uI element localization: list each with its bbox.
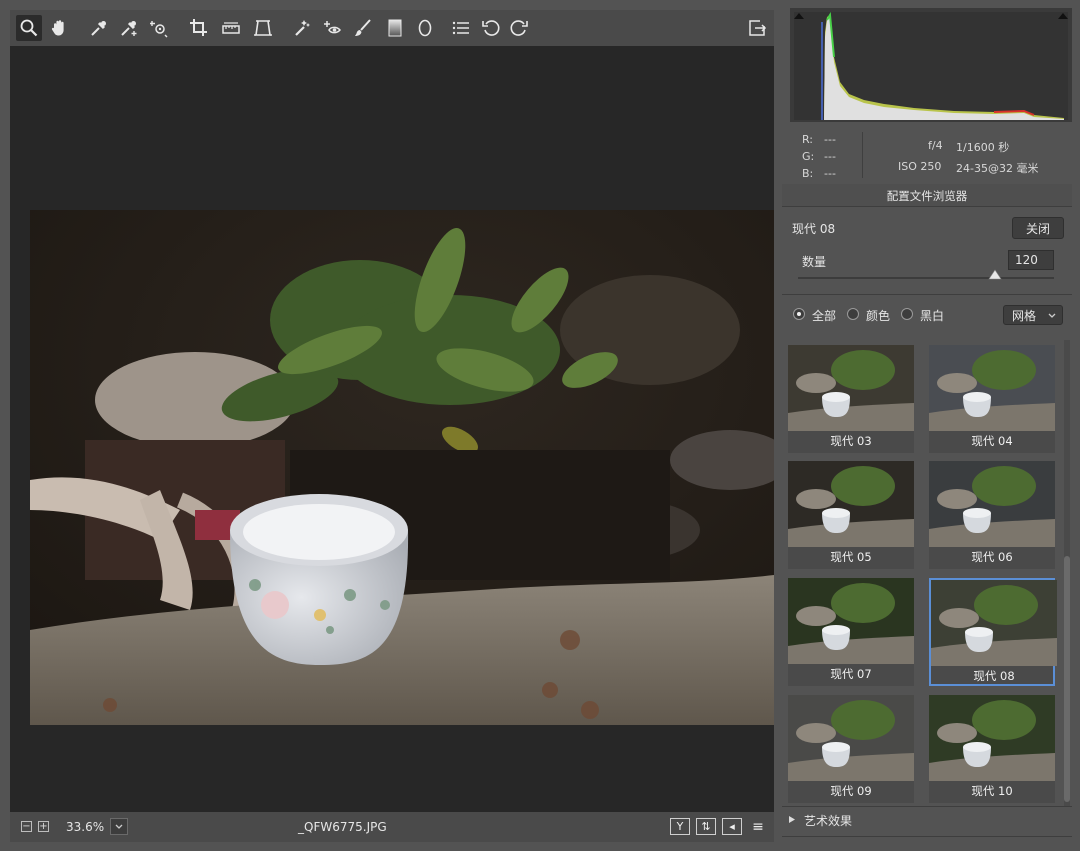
profile-thumbnail-label: 现代 09 (830, 784, 872, 798)
profile-thumbnail-label: 现代 08 (973, 669, 1015, 683)
profile-preview-image (931, 580, 1057, 666)
divider (782, 836, 1072, 837)
preferences-icon[interactable]: ≡ (748, 818, 768, 835)
graduated-filter-icon[interactable] (382, 15, 408, 41)
right-panel: R: --- G: --- B: --- f/4 1/1600 秒 ISO 25… (782, 0, 1080, 851)
profile-thumbnail[interactable]: 现代 09 (788, 695, 914, 803)
profile-preview-image (788, 578, 914, 664)
profile-thumbnail-label: 现代 05 (830, 550, 872, 564)
transform-icon[interactable] (250, 15, 276, 41)
profile-thumbnail-label: 现代 04 (971, 434, 1013, 448)
profile-preview-image (929, 345, 1055, 431)
open-in-photoshop-icon[interactable] (744, 15, 770, 41)
profile-preview-image (788, 695, 914, 781)
swap-settings-icon[interactable]: ⇅ (696, 818, 716, 835)
status-bar: − + 33.6% _QFW6775.JPG Y ⇅ ◂ ≡ (10, 812, 774, 842)
zoom-dropdown[interactable] (110, 818, 128, 835)
preview-photo[interactable] (30, 210, 774, 725)
profile-thumbnail-label: 现代 07 (830, 667, 872, 681)
chevron-down-icon (115, 824, 123, 829)
profile-grid: 现代 03 现代 04 现代 05 现代 06 现代 07 现代 08 现代 09 现代 10 (782, 0, 1072, 851)
rotate-right-icon[interactable] (506, 15, 532, 41)
profile-thumbnail[interactable]: 现代 08 (929, 578, 1057, 686)
profile-preview-image (929, 461, 1055, 547)
zoom-level: 33.6% (66, 820, 105, 834)
radial-filter-icon[interactable] (412, 15, 438, 41)
spot-removal-icon[interactable] (290, 15, 316, 41)
rotate-left-icon[interactable] (478, 15, 504, 41)
straighten-icon[interactable] (218, 15, 244, 41)
disclosure-triangle-icon[interactable] (788, 815, 796, 824)
profile-thumbnail-label: 现代 06 (971, 550, 1013, 564)
before-after-icon[interactable]: Y (670, 818, 690, 835)
hand-icon[interactable] (46, 15, 72, 41)
profile-thumbnail[interactable]: 现代 10 (929, 695, 1055, 803)
targeted-adjust-icon[interactable] (146, 15, 172, 41)
profile-preview-image (788, 461, 914, 547)
divider (782, 806, 1072, 807)
profile-thumbnail[interactable]: 现代 06 (929, 461, 1055, 569)
crop-icon[interactable] (186, 15, 212, 41)
copy-settings-icon[interactable]: ◂ (722, 818, 742, 835)
profile-preview-image (788, 345, 914, 431)
profile-thumbnail-label: 现代 03 (830, 434, 872, 448)
adjustment-brush-icon[interactable] (350, 15, 376, 41)
profile-thumbnail[interactable]: 现代 05 (788, 461, 914, 569)
image-canvas[interactable] (10, 46, 774, 812)
profile-preview-image (929, 695, 1055, 781)
zoom-out-button[interactable]: − (21, 821, 32, 832)
scrollbar-thumb[interactable] (1064, 556, 1070, 802)
red-eye-icon[interactable] (320, 15, 346, 41)
color-sampler-icon[interactable] (116, 15, 142, 41)
presets-list-icon[interactable] (448, 15, 474, 41)
profile-thumbnail[interactable]: 现代 04 (929, 345, 1055, 453)
toolbar (10, 10, 774, 46)
group-artistic[interactable]: 艺术效果 (804, 812, 852, 829)
profile-thumbnail-label: 现代 10 (971, 784, 1013, 798)
profile-thumbnail[interactable]: 现代 07 (788, 578, 914, 686)
filename: _QFW6775.JPG (298, 820, 387, 834)
profile-thumbnail[interactable]: 现代 03 (788, 345, 914, 453)
zoom-icon[interactable] (16, 15, 42, 41)
white-balance-icon[interactable] (86, 15, 112, 41)
zoom-in-button[interactable]: + (38, 821, 49, 832)
